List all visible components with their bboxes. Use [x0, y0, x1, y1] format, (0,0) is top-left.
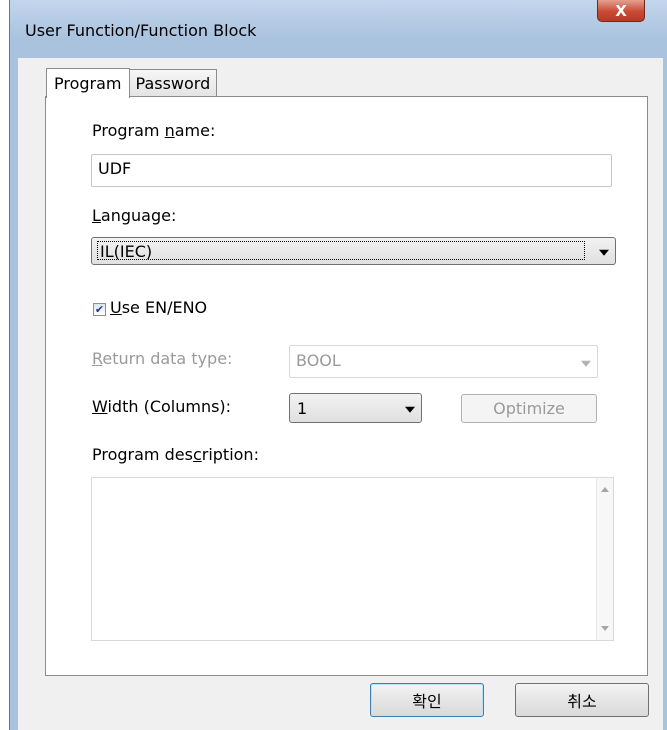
checkmark-icon: ✔ — [94, 303, 105, 316]
chevron-down-icon — [581, 360, 591, 367]
scroll-up-icon[interactable] — [601, 487, 609, 492]
program-description-label: Program description: — [92, 445, 259, 464]
tab-program[interactable]: Program — [46, 68, 130, 98]
language-label: Language: — [92, 206, 177, 225]
cancel-button[interactable]: 취소 — [515, 683, 649, 717]
program-name-value: UDF — [98, 159, 132, 178]
scroll-down-icon[interactable] — [601, 626, 609, 631]
optimize-button: Optimize — [461, 394, 597, 423]
chevron-down-icon — [599, 249, 609, 256]
use-en-eno-label[interactable]: Use EN/ENO — [110, 298, 207, 317]
dialog-window: User Function/Function Block X Program P… — [9, 0, 667, 730]
return-type-label: Return data type: — [92, 349, 233, 368]
close-button[interactable]: X — [597, 0, 645, 22]
width-value: 1 — [297, 399, 308, 418]
tab-strip: Program Password — [46, 67, 218, 98]
width-select[interactable]: 1 — [289, 393, 422, 423]
width-label: Width (Columns): — [92, 397, 232, 416]
program-name-label: Program name: — [92, 121, 216, 140]
language-value: IL(IEC) — [97, 241, 585, 261]
language-select[interactable]: IL(IEC) — [91, 237, 616, 265]
window-title: User Function/Function Block — [25, 21, 257, 40]
program-description-textarea[interactable] — [91, 477, 614, 641]
tab-password[interactable]: Password — [129, 69, 218, 97]
program-tab-panel: Program name: UDF Language: IL(IEC) ✔ Us… — [45, 96, 648, 676]
dialog-client-area: Program Password Program name: UDF Langu… — [18, 58, 663, 730]
program-name-field[interactable]: UDF — [91, 154, 612, 187]
title-bar[interactable]: User Function/Function Block X — [10, 0, 667, 58]
return-type-select: BOOL — [289, 345, 598, 378]
close-icon: X — [615, 1, 627, 20]
ok-button[interactable]: 확인 — [370, 683, 484, 717]
return-type-value: BOOL — [296, 351, 341, 370]
use-en-eno-checkbox[interactable]: ✔ — [93, 303, 106, 316]
vertical-scrollbar[interactable] — [596, 478, 613, 640]
chevron-down-icon — [405, 406, 415, 413]
